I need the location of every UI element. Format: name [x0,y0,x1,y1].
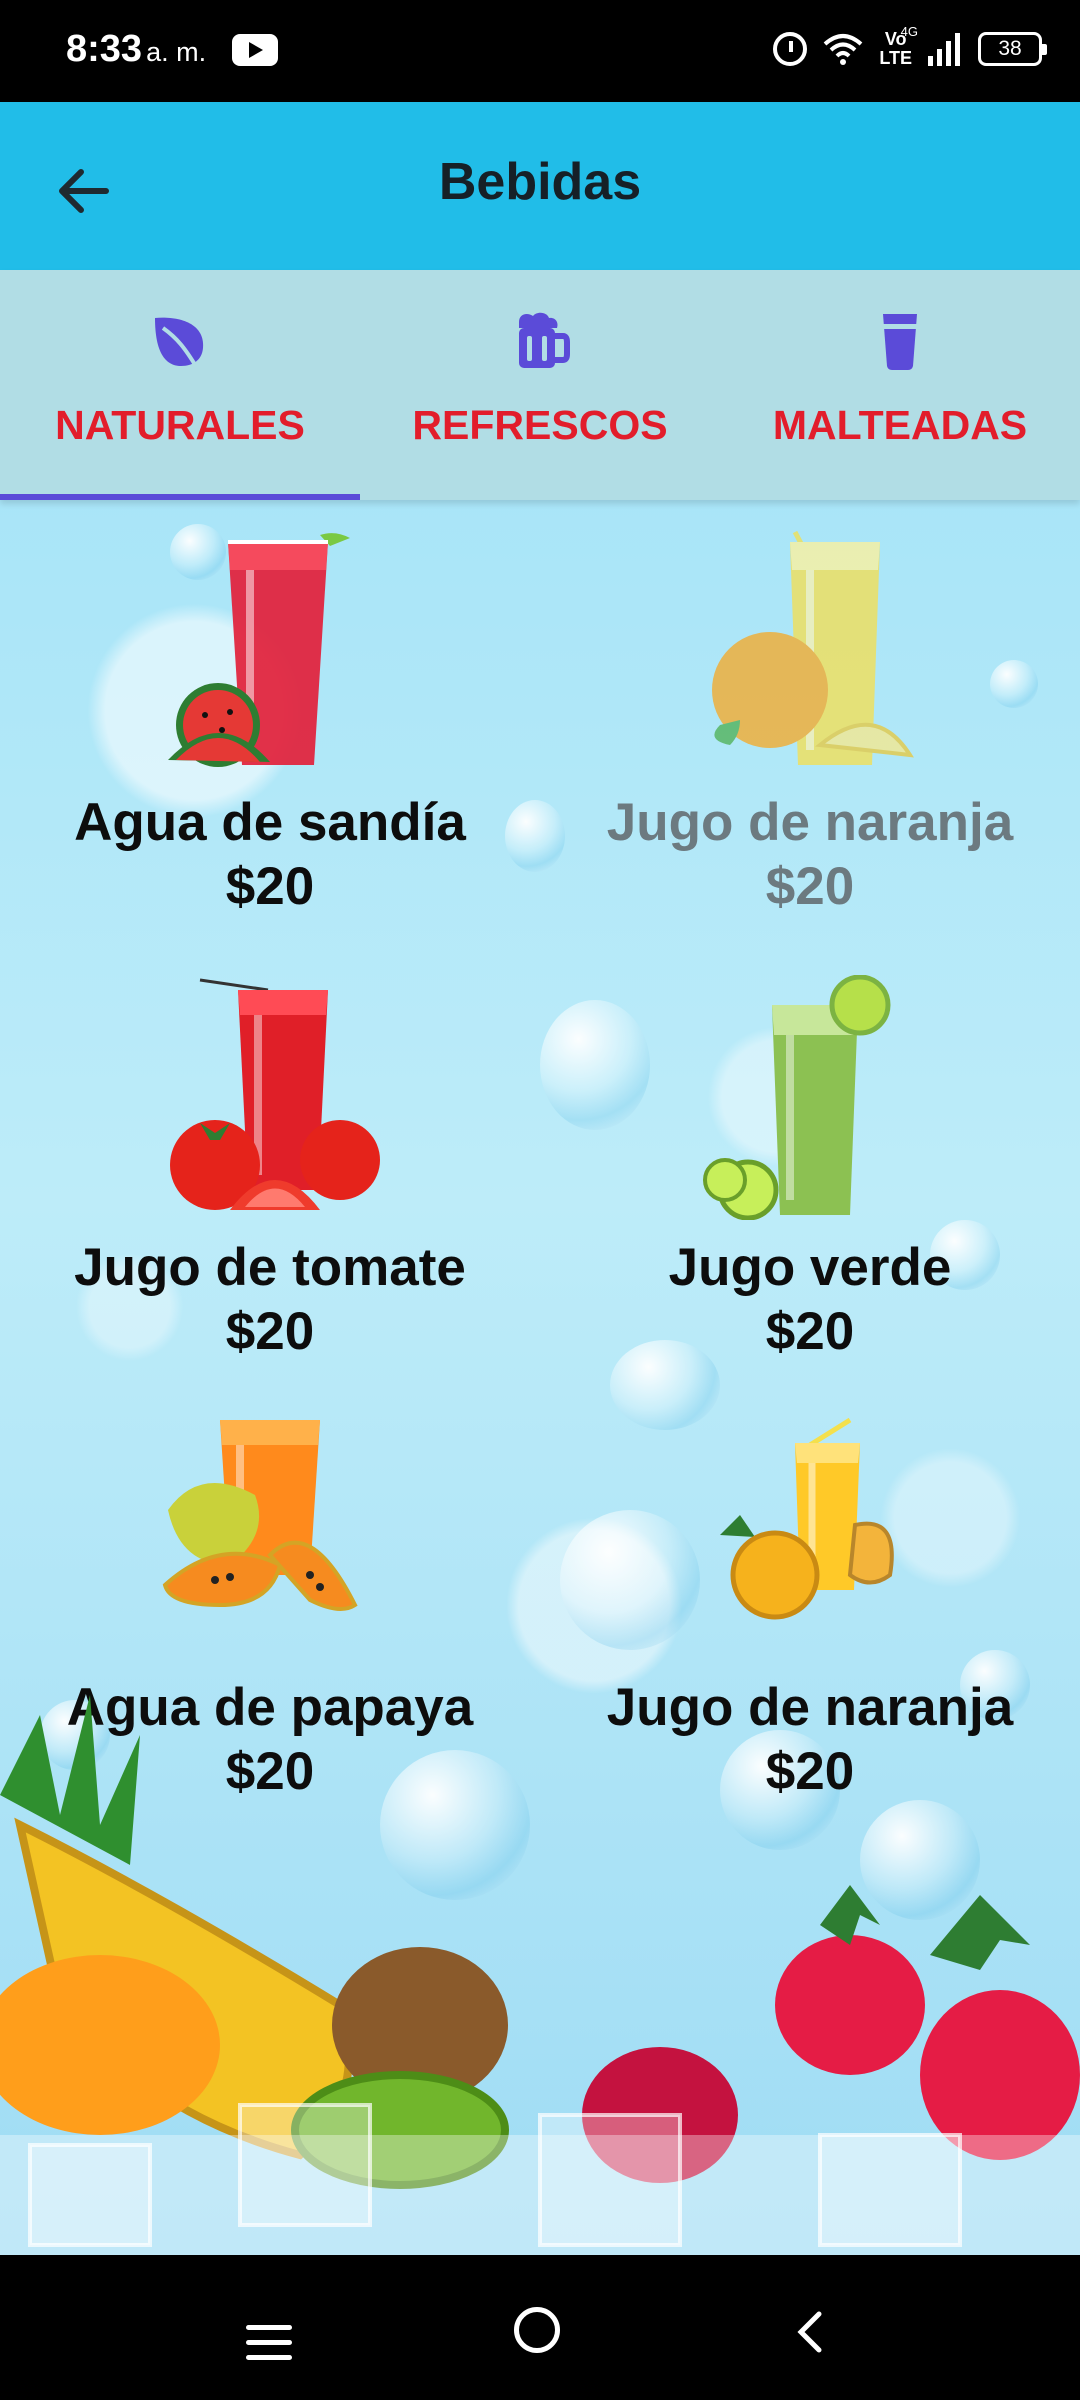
drinks-grid: Agua de sandía $20 Jugo de naranja $20 J… [0,500,1080,2255]
status-time: 8:33 a. m. [66,28,206,71]
battery-icon: 38 [978,32,1047,66]
drink-name: Jugo verde [668,1238,952,1297]
system-nav-bar [0,2255,1080,2400]
drink-item-jugo-de-naranja[interactable]: Jugo de naranja $20 [540,530,1080,930]
drink-price: $20 [765,1302,855,1361]
orange-juice-image [712,530,914,765]
pineapple-juice-image [720,1417,894,1620]
watermelon-juice-image [168,533,350,767]
drink-item-jugo-de-tomate[interactable]: Jugo de tomate $20 [0,975,540,1375]
drink-price: $20 [765,857,855,916]
drink-name: Agua de sandía [74,793,466,852]
signal-icon [928,32,962,66]
status-icons: Vo LTE 38 [773,24,1047,74]
chevron-left-icon[interactable] [789,2310,833,2354]
drink-price: $20 [225,1302,315,1361]
tab-refrescos[interactable]: REFRESCOS [360,270,720,500]
status-ampm: a. m. [146,37,207,67]
fruit-background-decoration [0,1695,1080,2255]
alarm-icon [773,32,808,66]
status-bar: 8:33 a. m. 4G Vo LTE 38 [0,0,1080,102]
drink-name: Jugo de naranja [606,793,1014,852]
tab-naturales[interactable]: NATURALES [0,270,360,500]
status-time-value: 8:33 [66,28,143,70]
page-title: Bebidas [438,153,642,211]
home-circle-icon[interactable] [514,2307,560,2353]
tab-label-malteadas: MALTEADAS [772,402,1028,448]
wifi-icon [823,32,863,66]
volte-bottom: LTE [879,48,912,68]
papaya-juice-image [162,1420,358,1611]
cup-icon [883,314,917,370]
category-tabs: NATURALES REFRESCOS MALTEADAS [0,270,1080,500]
tab-label-refrescos: REFRESCOS [412,402,668,448]
youtube-notification-icon [232,34,278,66]
beer-mug-icon [519,312,570,368]
menu-icon[interactable] [246,2325,292,2361]
volte-top: Vo [884,29,907,49]
selected-tab-indicator [0,494,360,500]
drink-item-agua-de-sandia[interactable]: Agua de sandía $20 [0,530,540,930]
app-bar: Bebidas [0,102,1080,270]
drink-name: Jugo de tomate [74,1238,466,1297]
tab-label-naturales: NATURALES [55,402,305,448]
drink-price: $20 [225,857,315,916]
tab-malteadas[interactable]: MALTEADAS [720,270,1080,500]
green-juice-image [703,975,891,1220]
volte-indicator: Vo LTE [879,30,912,68]
tomato-juice-image [170,978,380,1210]
drink-item-jugo-verde[interactable]: Jugo verde $20 [540,975,1080,1375]
leaf-icon [155,317,204,370]
